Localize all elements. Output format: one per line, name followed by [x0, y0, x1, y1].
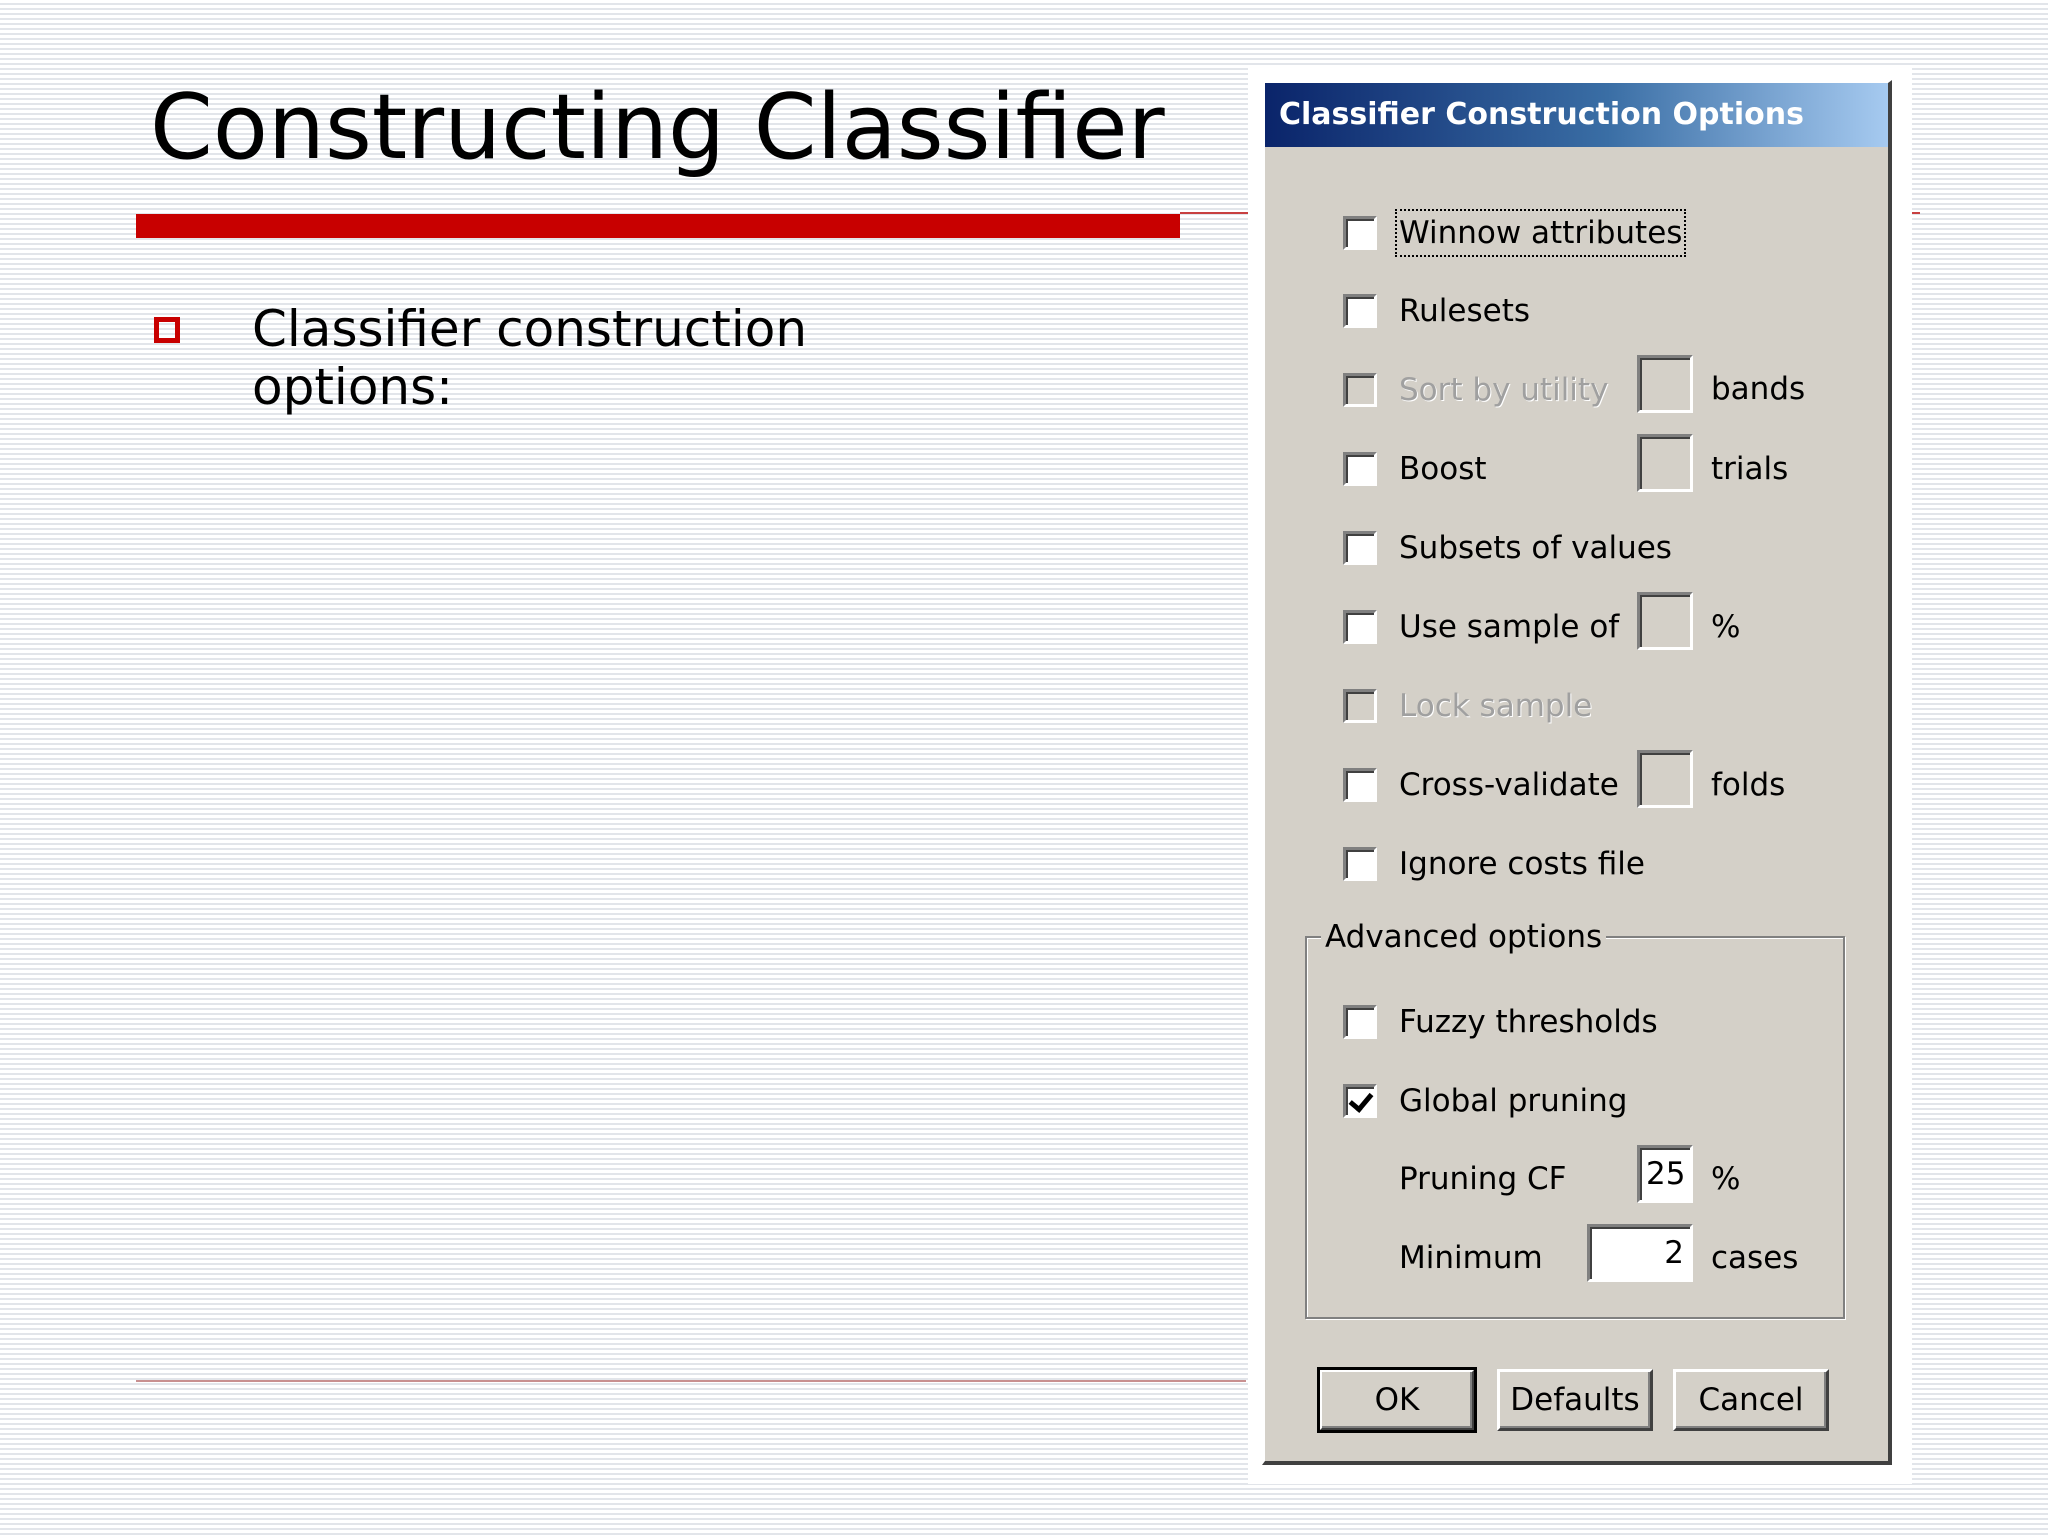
title-underline-bar [136, 214, 1180, 238]
bands-input[interactable] [1637, 355, 1693, 413]
sample-percent-input[interactable] [1637, 592, 1693, 650]
option-boost[interactable]: Boost [1343, 444, 1487, 494]
cross-validate-checkbox[interactable] [1343, 768, 1377, 802]
subsets-of-values-checkbox[interactable] [1343, 531, 1377, 565]
minimum-cases-input[interactable] [1587, 1224, 1693, 1282]
option-global-pruning[interactable]: Global pruning [1343, 1076, 1627, 1126]
minimum-cases-unit: cases [1711, 1240, 1799, 1276]
folds-unit: folds [1711, 767, 1786, 803]
ignore-costs-file-checkbox[interactable] [1343, 847, 1377, 881]
rulesets-checkbox[interactable] [1343, 294, 1377, 328]
ok-button[interactable]: OK [1317, 1367, 1477, 1433]
minimum-label: Minimum [1399, 1240, 1543, 1276]
lock-sample-checkbox [1343, 689, 1377, 723]
bullet-text: Classifier construction options: [252, 300, 808, 416]
trials-input[interactable] [1637, 434, 1693, 492]
sample-percent-unit: % [1711, 609, 1741, 645]
footer-divider [136, 1380, 1246, 1382]
classifier-options-dialog: Classifier Construction Options Winnow a… [1262, 80, 1892, 1465]
dialog-titlebar[interactable]: Classifier Construction Options [1265, 83, 1888, 147]
sort-by-utility-checkbox [1343, 373, 1377, 407]
lock-sample-label: Lock sample [1399, 688, 1593, 724]
option-use-sample[interactable]: Use sample of [1343, 602, 1619, 652]
global-pruning-checkbox[interactable] [1343, 1084, 1377, 1118]
pruning-cf-input[interactable] [1637, 1145, 1693, 1203]
fuzzy-thresholds-checkbox[interactable] [1343, 1005, 1377, 1039]
option-ignore-costs-file[interactable]: Ignore costs file [1343, 839, 1645, 889]
dialog-title: Classifier Construction Options [1279, 97, 1804, 132]
winnow-attributes-checkbox[interactable] [1343, 216, 1377, 250]
cancel-button[interactable]: Cancel [1673, 1369, 1829, 1431]
use-sample-checkbox[interactable] [1343, 610, 1377, 644]
option-cross-validate[interactable]: Cross-validate [1343, 760, 1619, 810]
option-subsets-of-values[interactable]: Subsets of values [1343, 523, 1672, 573]
option-rulesets[interactable]: Rulesets [1343, 286, 1530, 336]
bands-unit: bands [1711, 371, 1806, 407]
rulesets-label: Rulesets [1399, 293, 1531, 329]
global-pruning-label: Global pruning [1399, 1083, 1628, 1119]
sort-by-utility-label: Sort by utility [1399, 372, 1609, 408]
option-winnow-attributes[interactable]: Winnow attributes [1343, 208, 1687, 258]
cross-validate-label: Cross-validate [1399, 767, 1619, 803]
boost-checkbox[interactable] [1343, 452, 1377, 486]
pruning-cf-label: Pruning CF [1399, 1161, 1567, 1197]
winnow-attributes-label: Winnow attributes [1394, 209, 1687, 257]
bullet-square-icon [154, 317, 180, 343]
option-fuzzy-thresholds[interactable]: Fuzzy thresholds [1343, 997, 1658, 1047]
pruning-cf-unit: % [1711, 1161, 1741, 1197]
slide-title: Constructing Classifier [150, 75, 1165, 180]
option-lock-sample: Lock sample [1343, 681, 1592, 731]
folds-input[interactable] [1637, 750, 1693, 808]
defaults-button[interactable]: Defaults [1497, 1369, 1653, 1431]
trials-unit: trials [1711, 451, 1789, 487]
ignore-costs-file-label: Ignore costs file [1399, 846, 1645, 882]
fuzzy-thresholds-label: Fuzzy thresholds [1399, 1004, 1658, 1040]
boost-label: Boost [1399, 451, 1487, 487]
use-sample-label: Use sample of [1399, 609, 1620, 645]
subsets-of-values-label: Subsets of values [1399, 530, 1672, 566]
advanced-options-legend: Advanced options [1321, 917, 1607, 957]
option-sort-by-utility: Sort by utility [1343, 365, 1608, 415]
